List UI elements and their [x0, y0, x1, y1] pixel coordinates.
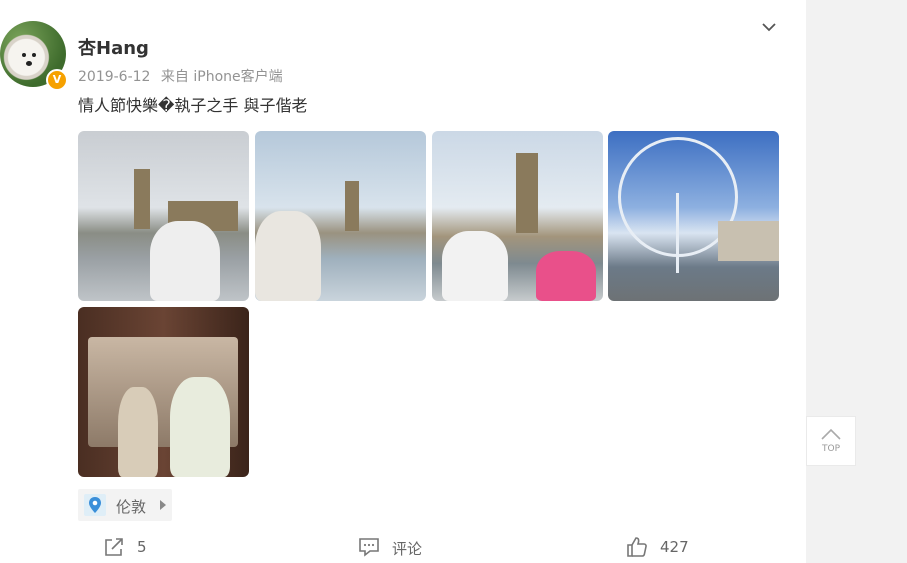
- share-count: 5: [137, 538, 147, 556]
- avatar-nose: [26, 61, 32, 66]
- location-chip[interactable]: 伦敦: [78, 489, 172, 521]
- post-text: 情人節快樂�執子之手 與子偕老: [78, 96, 308, 115]
- photo-detail: [345, 181, 359, 231]
- right-sidebar: [806, 0, 907, 563]
- post-photo[interactable]: [78, 307, 249, 477]
- avatar-eye: [22, 53, 26, 57]
- comment-icon: [359, 538, 379, 557]
- photo-detail: [134, 169, 150, 229]
- photo-detail: [255, 211, 321, 301]
- location-label: 伦敦: [116, 498, 147, 516]
- photo-detail: [676, 193, 679, 273]
- share-icon: [105, 538, 123, 556]
- chevron-up-icon: [821, 428, 841, 440]
- username[interactable]: 杏Hang: [78, 34, 149, 60]
- avatar-eye: [32, 53, 36, 57]
- post-photo[interactable]: [432, 131, 603, 301]
- thumbs-up-icon: [627, 537, 647, 557]
- photo-detail: [118, 387, 158, 477]
- post-photo[interactable]: [78, 131, 249, 301]
- photo-detail: [718, 221, 779, 261]
- weibo-post-card: V 杏Hang 2019-6-12 来自 iPhone客户端 情人節快樂�執子之…: [0, 0, 806, 563]
- back-to-top-label: TOP: [821, 444, 840, 454]
- photo-detail: [536, 251, 596, 301]
- photo-detail: [442, 231, 508, 301]
- chevron-right-icon: [160, 500, 166, 510]
- photo-detail: [516, 153, 538, 233]
- location-pin-icon: [84, 494, 106, 516]
- post-photo[interactable]: [608, 131, 779, 301]
- photo-detail: [150, 221, 220, 301]
- post-source: 来自 iPhone客户端: [160, 69, 283, 85]
- user-avatar[interactable]: V: [0, 21, 68, 91]
- post-date[interactable]: 2019-6-12: [78, 69, 150, 85]
- photo-detail: [170, 377, 230, 477]
- post-meta: 2019-6-12 来自 iPhone客户端: [78, 66, 289, 86]
- post-photo[interactable]: [255, 131, 426, 301]
- verified-badge: V: [46, 69, 68, 91]
- comment-label: 评论: [392, 540, 423, 558]
- like-count: 427: [660, 538, 689, 556]
- back-to-top-button[interactable]: TOP: [806, 416, 856, 466]
- chevron-down-icon[interactable]: [760, 18, 778, 36]
